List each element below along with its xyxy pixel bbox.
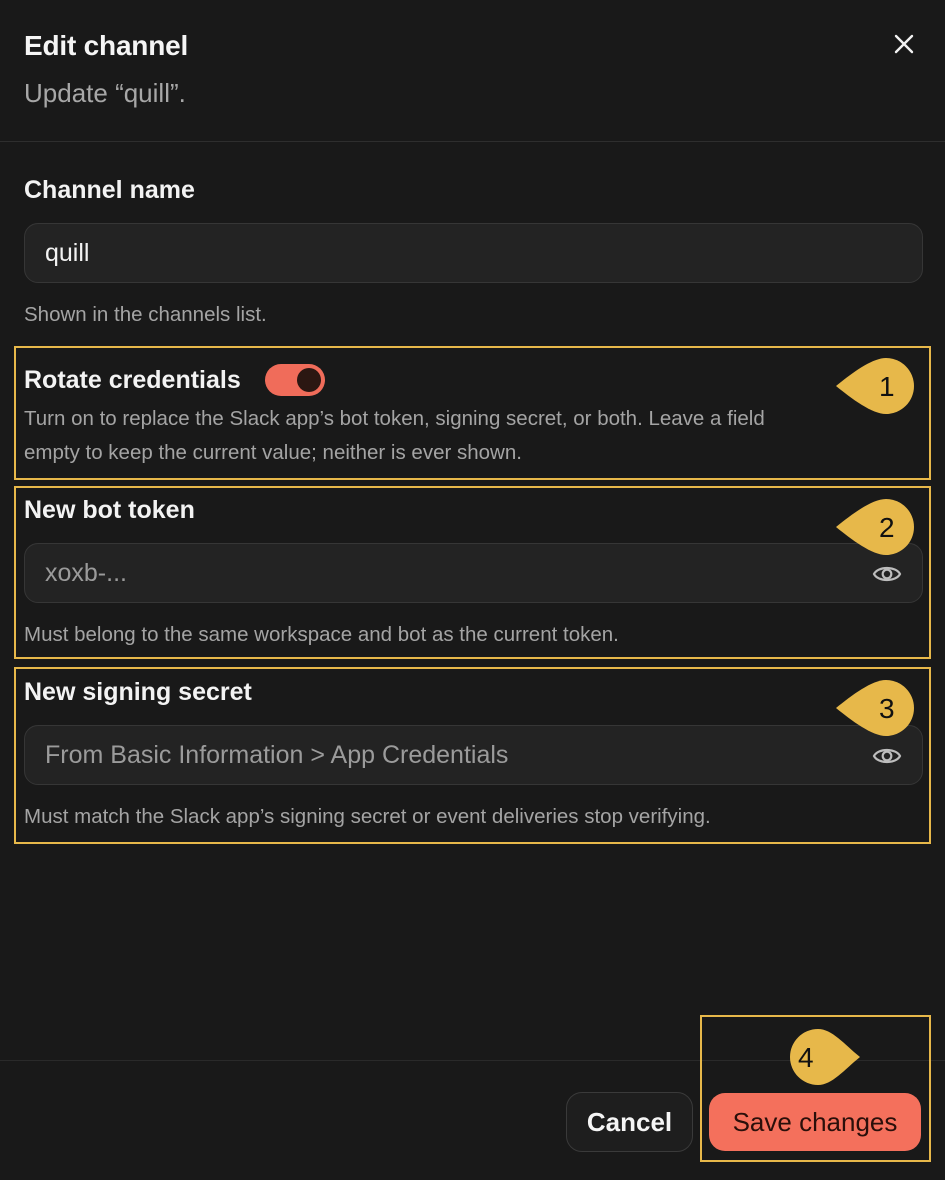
signing-secret-placeholder: From Basic Information > App Credentials	[45, 740, 509, 769]
dialog-title: Edit channel	[24, 30, 189, 61]
rotate-credentials-help: Turn on to replace the Slack app’s bot t…	[24, 402, 765, 470]
signing-secret-input[interactable]: From Basic Information > App Credentials	[24, 725, 923, 785]
callout-badge-1: 1	[834, 357, 934, 415]
rotate-credentials-label: Rotate credentials	[24, 366, 241, 394]
bot-token-input[interactable]: xoxb-...	[24, 543, 923, 603]
channel-name-label: Channel name	[24, 176, 195, 204]
channel-name-help: Shown in the channels list.	[24, 303, 267, 326]
toggle-knob	[297, 368, 321, 392]
channel-name-value: quill	[45, 238, 90, 267]
channel-name-input[interactable]: quill	[24, 223, 923, 283]
callout-badge-2: 2	[834, 498, 934, 556]
signing-secret-label: New signing secret	[24, 678, 252, 706]
signing-secret-help: Must match the Slack app’s signing secre…	[24, 805, 711, 828]
callout-number-2: 2	[879, 512, 895, 543]
eye-icon[interactable]	[872, 559, 902, 589]
rotate-help-line-2: empty to keep the current value; neither…	[24, 441, 522, 464]
callout-badge-3: 3	[834, 679, 934, 737]
rotate-credentials-toggle[interactable]	[265, 364, 325, 396]
callout-number-4: 4	[798, 1042, 814, 1073]
rotate-help-line-1: Turn on to replace the Slack app’s bot t…	[24, 407, 765, 430]
dialog-header: Edit channel Update “quill”.	[0, 0, 945, 142]
callout-number-3: 3	[879, 693, 895, 724]
edit-channel-dialog: Edit channel Update “quill”. Channel nam…	[0, 0, 945, 1180]
callout-badge-4: 4	[770, 1028, 870, 1086]
bot-token-help: Must belong to the same workspace and bo…	[24, 623, 619, 646]
close-button[interactable]	[884, 24, 924, 64]
close-icon	[894, 34, 914, 54]
callout-number-1: 1	[879, 371, 895, 402]
eye-icon[interactable]	[872, 741, 902, 771]
bot-token-placeholder: xoxb-...	[45, 558, 127, 587]
cancel-button[interactable]: Cancel	[566, 1092, 693, 1152]
dialog-subtitle: Update “quill”.	[24, 78, 186, 108]
bot-token-label: New bot token	[24, 496, 195, 524]
save-changes-button[interactable]: Save changes	[709, 1093, 921, 1151]
